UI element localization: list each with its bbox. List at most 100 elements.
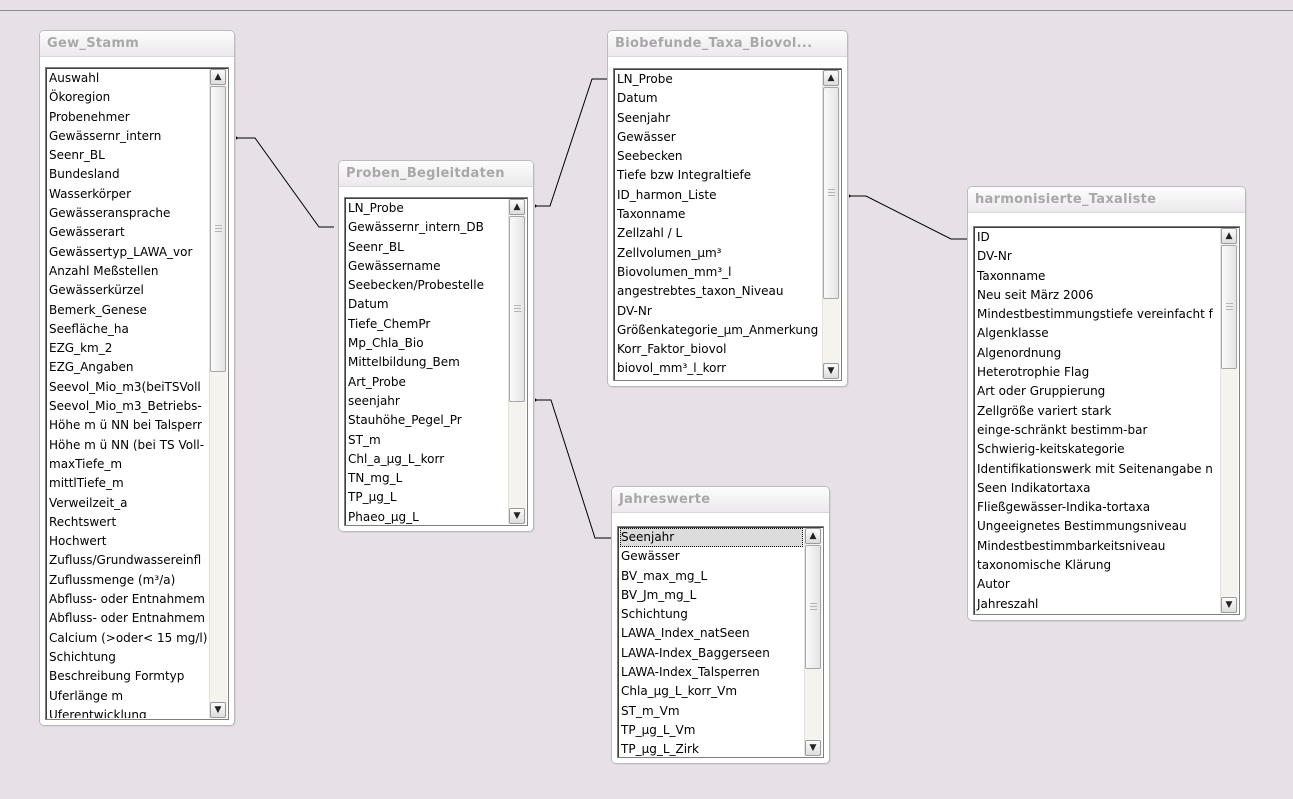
field-item[interactable]: Seenjahr bbox=[620, 528, 803, 548]
field-item[interactable]: Gewässerart bbox=[48, 223, 208, 242]
field-item[interactable]: ST_m_Vm bbox=[620, 702, 803, 721]
scroll-up-button[interactable]: ▲ bbox=[509, 199, 525, 215]
field-item[interactable]: Gewässernr_intern bbox=[48, 127, 208, 146]
field-item[interactable]: Algenklasse bbox=[976, 324, 1219, 343]
field-item[interactable]: Mindestbestimmungstiefe vereinfacht f bbox=[976, 305, 1219, 324]
field-item[interactable]: Gewässeransprache bbox=[48, 204, 208, 223]
vertical-scrollbar[interactable]: ▲ ▼ bbox=[822, 70, 840, 379]
field-item[interactable]: Schichtung bbox=[620, 605, 803, 624]
field-item[interactable]: Gewässer bbox=[620, 547, 803, 566]
field-item[interactable]: Seenr_BL bbox=[347, 238, 507, 257]
field-item[interactable]: Art_Probe bbox=[347, 373, 507, 392]
field-item[interactable]: ID bbox=[976, 228, 1219, 247]
field-item[interactable]: Probenehmer bbox=[48, 108, 208, 127]
field-item[interactable]: LAWA-Index_Baggerseen bbox=[620, 644, 803, 663]
field-item[interactable]: ST_m bbox=[347, 431, 507, 450]
scroll-thumb[interactable] bbox=[210, 86, 226, 372]
scroll-thumb[interactable] bbox=[823, 87, 839, 299]
table-title[interactable]: Jahreswerte bbox=[612, 487, 829, 513]
field-item[interactable]: Tiefe bzw Integraltiefe bbox=[616, 166, 821, 185]
scroll-thumb[interactable] bbox=[509, 216, 525, 402]
field-item[interactable]: DV-Nr bbox=[976, 247, 1219, 266]
scroll-down-button[interactable]: ▼ bbox=[210, 702, 226, 718]
scroll-up-button[interactable]: ▲ bbox=[1221, 228, 1237, 244]
field-item[interactable]: Schwierig-keitskategorie bbox=[976, 440, 1219, 459]
field-list[interactable]: ID DV-Nr Taxonname Neu seit März 2006 Mindes… bbox=[973, 226, 1240, 615]
table-window-jahreswerte[interactable]: Jahreswerte Seenjahr Gewässer BV_max_mg_L B… bbox=[611, 486, 830, 764]
field-item[interactable]: BV_Jm_mg_L bbox=[620, 586, 803, 605]
field-item[interactable]: TN_mg_L bbox=[347, 469, 507, 488]
field-item[interactable]: Gewässernr_intern_DB bbox=[347, 218, 507, 237]
field-item[interactable]: Zellzahl / L bbox=[616, 224, 821, 243]
field-item[interactable]: Höhe m ü NN (bei TS Voll- bbox=[48, 436, 208, 455]
field-item[interactable]: Bemerk_Genese bbox=[48, 301, 208, 320]
field-item[interactable]: Gewässername bbox=[347, 257, 507, 276]
scroll-down-button[interactable]: ▼ bbox=[823, 363, 839, 379]
field-item[interactable]: LAWA-Index_Talsperren bbox=[620, 663, 803, 682]
field-item[interactable]: Gewässertyp_LAWA_vor bbox=[48, 243, 208, 262]
field-item[interactable]: Mittelbildung_Bem bbox=[347, 353, 507, 372]
field-item[interactable]: Tiefe_ChemPr bbox=[347, 315, 507, 334]
field-item[interactable]: Schichtung bbox=[48, 648, 208, 667]
scroll-up-button[interactable]: ▲ bbox=[823, 70, 839, 86]
field-item[interactable]: taxonomische Klärung bbox=[976, 556, 1219, 575]
table-window-biobefunde-taxa-biovol[interactable]: Biobefunde_Taxa_Biovol... LN_Probe Datum S… bbox=[607, 30, 848, 387]
field-list[interactable]: Auswahl Ökoregion Probenehmer Gewässernr_in… bbox=[45, 67, 229, 720]
table-title[interactable]: Biobefunde_Taxa_Biovol... bbox=[608, 31, 847, 57]
field-item[interactable]: mittlTiefe_m bbox=[48, 474, 208, 493]
field-item[interactable]: biovol_mm³_l_korr bbox=[616, 359, 821, 378]
field-item[interactable]: Chl_a_µg_L_korr bbox=[347, 450, 507, 469]
scroll-up-button[interactable]: ▲ bbox=[210, 69, 226, 85]
field-item[interactable]: Mp_Chla_Bio bbox=[347, 334, 507, 353]
field-item[interactable]: Wasserkörper bbox=[48, 185, 208, 204]
vertical-scrollbar[interactable]: ▲ ▼ bbox=[508, 199, 526, 524]
table-title[interactable]: harmonisierte_Taxaliste bbox=[968, 187, 1245, 213]
field-item[interactable]: Heterotrophie Flag bbox=[976, 363, 1219, 382]
field-item[interactable]: Uferlänge m bbox=[48, 687, 208, 706]
field-item[interactable]: Stauhöhe_Pegel_Pr bbox=[347, 411, 507, 430]
field-item[interactable]: Algenordnung bbox=[976, 344, 1219, 363]
field-item[interactable]: Zellvolumen_µm³ bbox=[616, 244, 821, 263]
field-item[interactable]: EZG_Angaben bbox=[48, 358, 208, 377]
scroll-thumb[interactable] bbox=[1221, 245, 1237, 369]
field-item[interactable]: Korr_Faktor_biovol bbox=[616, 340, 821, 359]
field-item[interactable]: Anzahl Meßstellen bbox=[48, 262, 208, 281]
field-item[interactable]: Ökoregion bbox=[48, 88, 208, 107]
table-window-proben-begleitdaten[interactable]: Proben_Begleitdaten LN_Probe Gewässernr_i… bbox=[338, 160, 534, 532]
field-list[interactable]: LN_Probe Gewässernr_intern_DB Seenr_BL Gewä… bbox=[344, 197, 528, 526]
vertical-scrollbar[interactable]: ▲ ▼ bbox=[209, 69, 227, 718]
field-item[interactable]: DV-Nr bbox=[616, 302, 821, 321]
field-item[interactable]: Chla_µg_L_korr_Vm bbox=[620, 682, 803, 701]
field-item[interactable]: Seebecken/Probestelle bbox=[347, 276, 507, 295]
field-item[interactable]: Uferentwicklung bbox=[48, 706, 208, 718]
field-item[interactable]: angestrebtes_taxon_Niveau bbox=[616, 282, 821, 301]
field-item[interactable]: Gewässerkürzel bbox=[48, 281, 208, 300]
field-item[interactable]: LN_Probe bbox=[616, 70, 821, 89]
field-item[interactable]: Gewässer bbox=[616, 128, 821, 147]
field-item[interactable]: Taxonname bbox=[616, 205, 821, 224]
field-item[interactable]: Autor bbox=[976, 575, 1219, 594]
scroll-down-button[interactable]: ▼ bbox=[805, 740, 821, 756]
field-item[interactable]: einge-schränkt bestimm-bar bbox=[976, 421, 1219, 440]
vertical-scrollbar[interactable]: ▲ ▼ bbox=[804, 528, 822, 756]
field-item[interactable]: Identifikationswerk mit Seitenangabe n bbox=[976, 460, 1219, 479]
field-item[interactable]: Hochwert bbox=[48, 532, 208, 551]
field-item[interactable]: Rechtswert bbox=[48, 513, 208, 532]
field-item[interactable]: Zufluss/Grundwassereinfl bbox=[48, 551, 208, 570]
scroll-thumb[interactable] bbox=[805, 545, 821, 669]
field-item[interactable]: Taxonname bbox=[976, 267, 1219, 286]
scroll-down-button[interactable]: ▼ bbox=[509, 508, 525, 524]
field-item[interactable]: LAWA_Index_natSeen bbox=[620, 624, 803, 643]
field-item[interactable]: Abfluss- oder Entnahmem bbox=[48, 590, 208, 609]
field-item[interactable]: Calcium (>oder< 15 mg/l) bbox=[48, 629, 208, 648]
field-item[interactable]: LN_Probe bbox=[347, 199, 507, 218]
table-title[interactable]: Gew_Stamm bbox=[40, 31, 234, 57]
field-item[interactable]: Mindestbestimmbarkeitsniveau bbox=[976, 537, 1219, 556]
field-item[interactable]: TP_µg_L_Vm bbox=[620, 721, 803, 740]
table-window-harmonisierte-taxaliste[interactable]: harmonisierte_Taxaliste ID DV-Nr Taxonname… bbox=[967, 186, 1246, 621]
field-item[interactable]: Auswahl bbox=[48, 69, 208, 88]
field-item[interactable]: Bundesland bbox=[48, 165, 208, 184]
field-list[interactable]: LN_Probe Datum Seenjahr Gewässer Seebecken Ti… bbox=[613, 68, 842, 381]
field-item[interactable]: Verweilzeit_a bbox=[48, 494, 208, 513]
field-item[interactable]: Seenr_BL bbox=[48, 146, 208, 165]
